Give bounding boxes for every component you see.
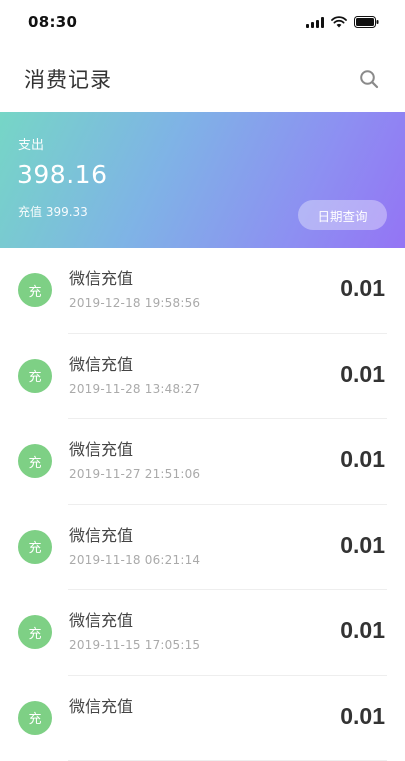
status-time: 08:30 bbox=[28, 13, 77, 31]
record-time: 2019-11-27 21:51:06 bbox=[69, 467, 200, 481]
record-amount: 0.01 bbox=[340, 532, 385, 559]
page-title: 消费记录 bbox=[24, 64, 112, 94]
record-time: 2019-11-18 06:21:14 bbox=[69, 553, 200, 567]
record-row[interactable]: 充 微信充值 2019-11-28 13:48:27 0.01 bbox=[0, 334, 405, 420]
expense-value: 398.16 bbox=[17, 160, 107, 189]
battery-icon bbox=[354, 16, 379, 28]
record-amount: 0.01 bbox=[340, 703, 385, 730]
search-button[interactable] bbox=[355, 65, 383, 93]
wifi-icon bbox=[331, 16, 347, 28]
record-amount: 0.01 bbox=[340, 361, 385, 388]
search-icon bbox=[359, 69, 379, 89]
recharge-total: 充值 399.33 bbox=[18, 203, 88, 220]
record-time: 2019-12-18 19:58:56 bbox=[69, 296, 200, 310]
page-header: 消费记录 bbox=[0, 56, 405, 102]
record-title: 微信充值 bbox=[69, 265, 133, 289]
recharge-badge-icon: 充 bbox=[18, 444, 52, 478]
record-row[interactable]: 充 微信充值 2019-11-27 21:51:06 0.01 bbox=[0, 419, 405, 505]
recharge-badge-icon: 充 bbox=[18, 615, 52, 649]
record-time: 2019-11-15 17:05:15 bbox=[69, 638, 200, 652]
record-row[interactable]: 充 微信充值 0.01 bbox=[0, 676, 405, 761]
date-query-button[interactable]: 日期查询 bbox=[298, 200, 387, 230]
record-amount: 0.01 bbox=[340, 446, 385, 473]
recharge-badge-icon: 充 bbox=[18, 273, 52, 307]
summary-card: 支出 398.16 充值 399.33 日期查询 bbox=[0, 112, 405, 248]
record-row[interactable]: 充 微信充值 2019-11-15 17:05:15 0.01 bbox=[0, 590, 405, 676]
record-row[interactable]: 充 微信充值 2019-11-18 06:21:14 0.01 bbox=[0, 505, 405, 591]
expense-label: 支出 bbox=[18, 134, 44, 153]
record-title: 微信充值 bbox=[69, 436, 133, 460]
recharge-badge-icon: 充 bbox=[18, 530, 52, 564]
record-amount: 0.01 bbox=[340, 617, 385, 644]
record-time: 2019-11-28 13:48:27 bbox=[69, 382, 200, 396]
signal-icon bbox=[306, 17, 324, 28]
status-bar: 08:30 bbox=[0, 0, 405, 44]
record-title: 微信充值 bbox=[69, 522, 133, 546]
record-title: 微信充值 bbox=[69, 693, 133, 717]
record-list: 充 微信充值 2019-12-18 19:58:56 0.01 充 微信充值 2… bbox=[0, 248, 405, 761]
recharge-badge-icon: 充 bbox=[18, 701, 52, 735]
record-title: 微信充值 bbox=[69, 607, 133, 631]
recharge-badge-icon: 充 bbox=[18, 359, 52, 393]
record-row[interactable]: 充 微信充值 2019-12-18 19:58:56 0.01 bbox=[0, 248, 405, 334]
record-title: 微信充值 bbox=[69, 351, 133, 375]
record-amount: 0.01 bbox=[340, 275, 385, 302]
status-icons bbox=[306, 16, 379, 28]
